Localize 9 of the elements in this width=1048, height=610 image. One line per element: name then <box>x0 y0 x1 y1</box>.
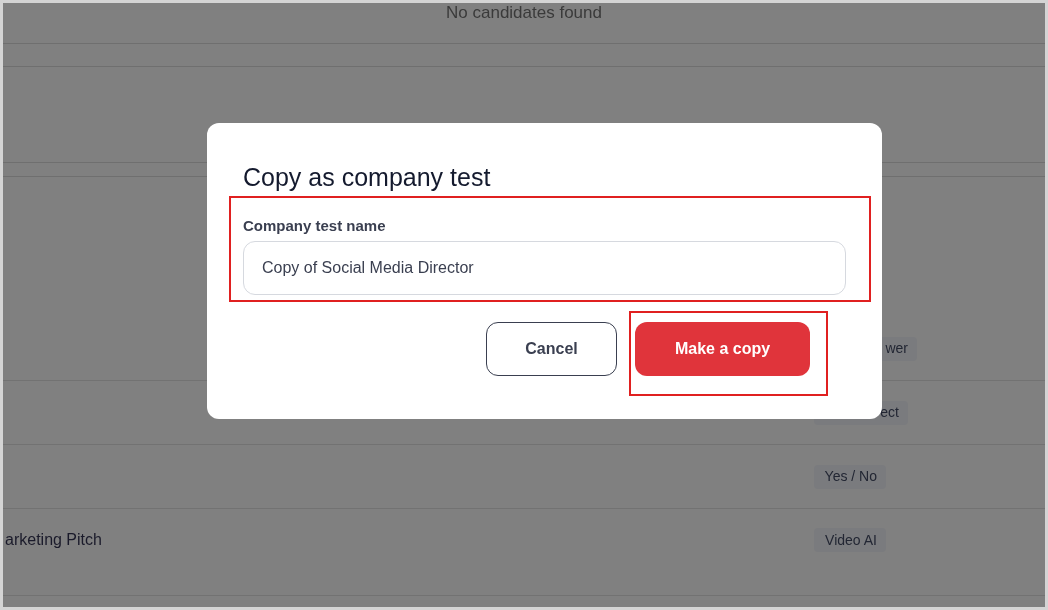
type-tag: Yes / No <box>814 464 886 489</box>
copy-button[interactable]: Make a copy <box>635 322 810 376</box>
name-field[interactable]: Copy of Social Media Director <box>243 241 846 295</box>
empty-message: No candidates found <box>446 4 602 21</box>
dialog-title: Copy as company test <box>243 162 492 193</box>
field-label: Company test name <box>243 216 387 236</box>
cancel-button[interactable]: Cancel <box>486 322 617 376</box>
test-name: arketing Pitch <box>5 530 102 550</box>
type-tag: Video AI <box>814 528 886 552</box>
